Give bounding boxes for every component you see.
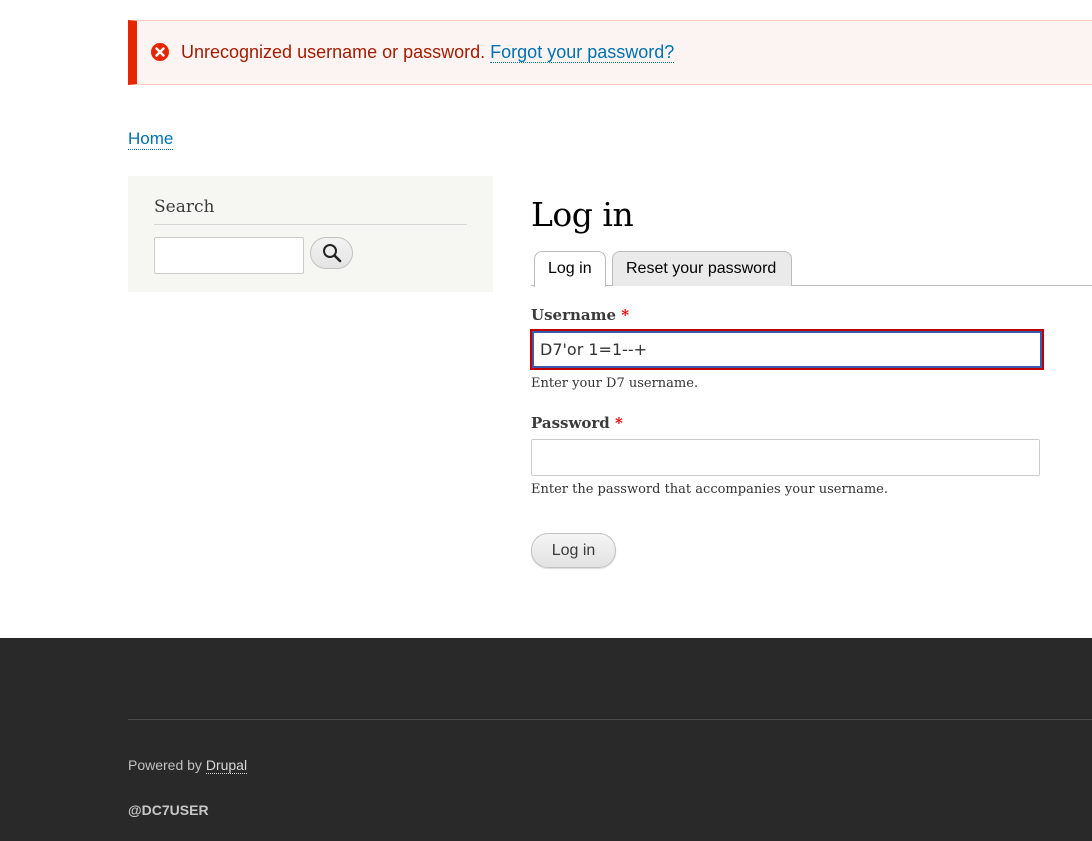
password-label: Password * [531,414,623,432]
required-marker: * [621,306,630,324]
drupal-link[interactable]: Drupal [205,757,248,774]
error-text: Unrecognized username or password. Forgo… [181,42,675,63]
tab-log-in[interactable]: Log in [534,251,606,287]
username-description: Enter your D7 username. [531,376,699,391]
tab-reset-password[interactable]: Reset your password [612,251,792,286]
username-label: Username * [531,306,629,324]
page-title: Log in [531,195,634,234]
search-block: Search [128,176,493,292]
forgot-password-link[interactable]: Forgot your password? [490,42,675,63]
error-message: Unrecognized username or password. Forgo… [128,20,1092,85]
error-message-text: Unrecognized username or password. [181,42,486,62]
password-label-text: Password [531,414,610,432]
username-field[interactable] [530,329,1044,370]
breadcrumb-home-link[interactable]: Home [128,129,174,150]
error-icon [151,43,169,61]
password-description: Enter the password that accompanies your… [531,482,888,497]
username-label-text: Username [531,306,617,324]
search-icon [322,244,341,263]
powered-by: Powered by Drupal [128,757,248,774]
footer-handle: @DC7USER [128,802,209,818]
password-field[interactable] [531,439,1040,476]
search-button[interactable] [310,237,353,269]
search-block-title: Search [154,197,467,225]
footer-divider [128,719,1092,720]
footer: Powered by Drupal @DC7USER [0,638,1092,841]
required-marker: * [615,414,623,432]
search-input[interactable] [154,237,304,274]
log-in-button[interactable]: Log in [531,533,616,568]
powered-by-prefix: Powered by [128,757,206,773]
